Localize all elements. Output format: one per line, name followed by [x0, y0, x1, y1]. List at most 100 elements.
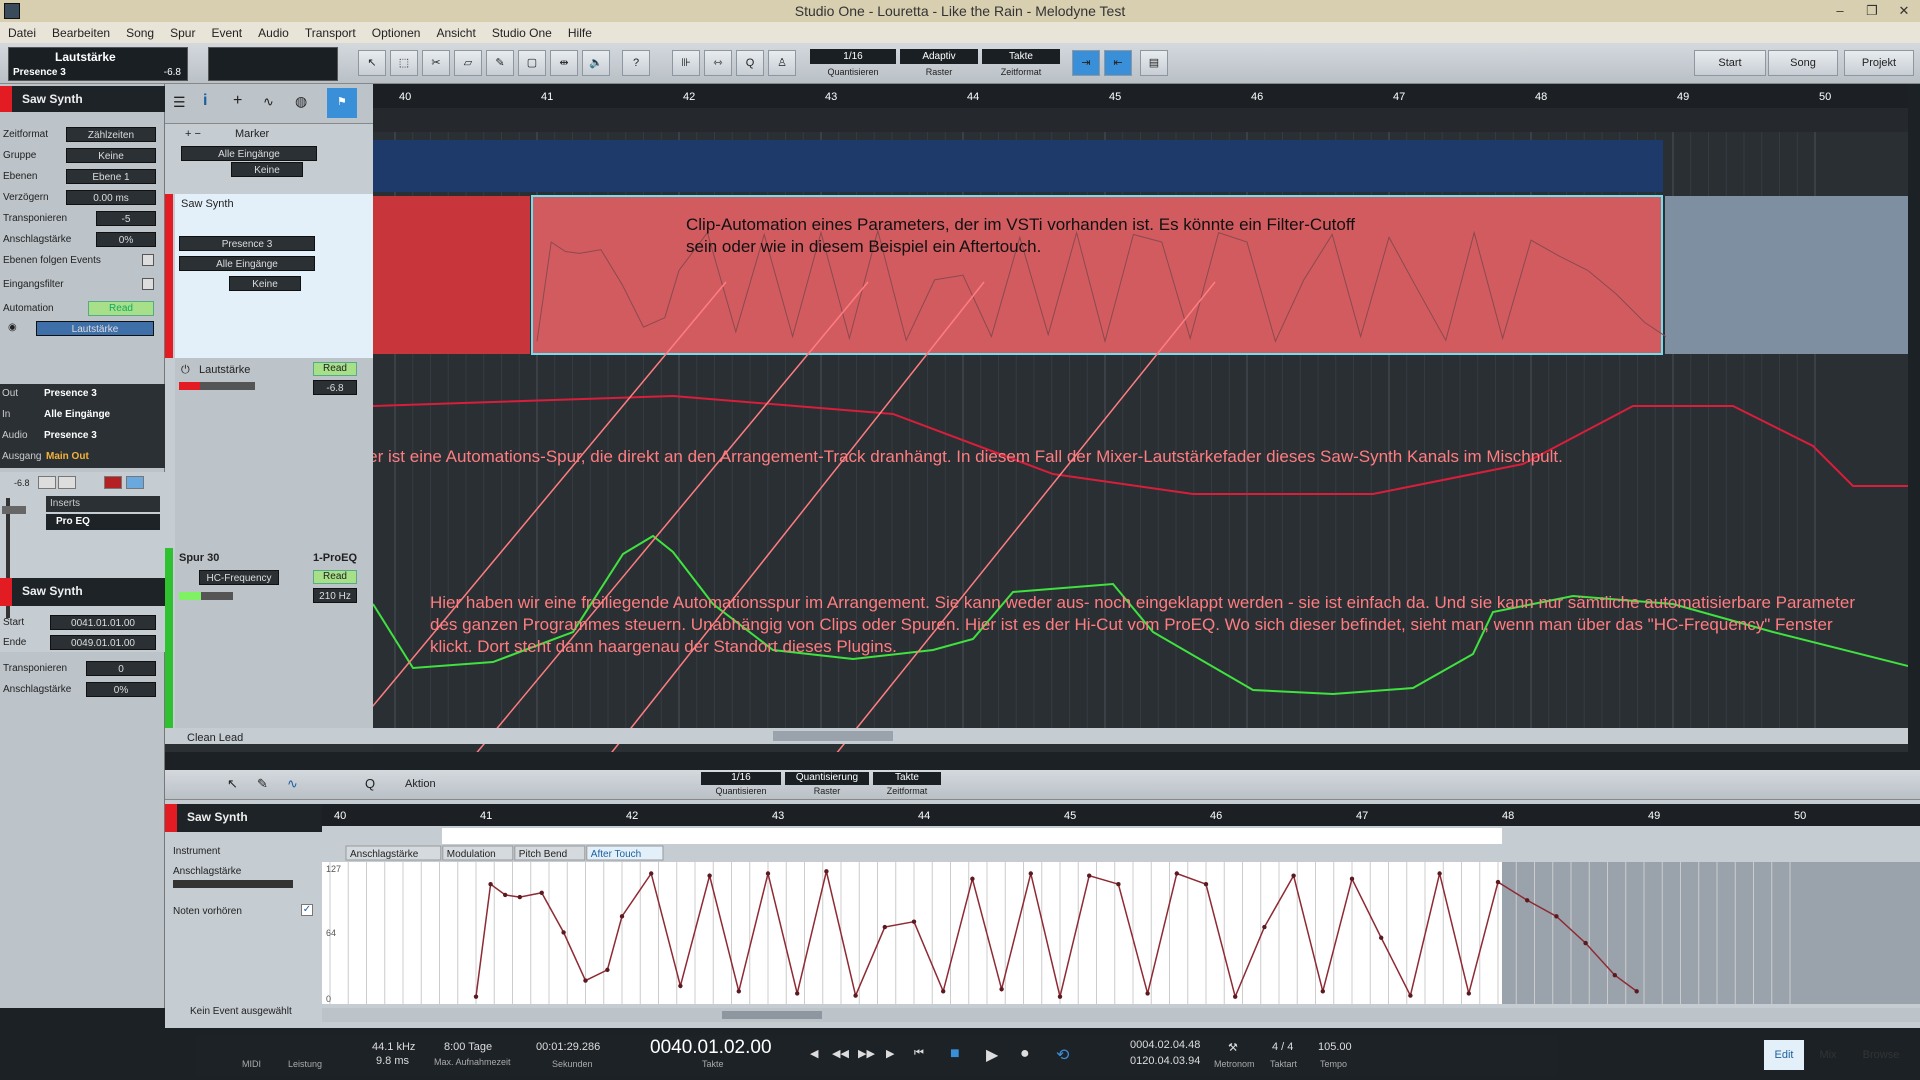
event-transp-field[interactable]: 0 — [86, 661, 156, 676]
saw-out-select[interactable]: Presence 3 — [179, 236, 315, 251]
event-start-field[interactable]: 0041.01.01.00 — [50, 615, 156, 630]
timeformat-select[interactable]: Takte — [982, 49, 1060, 64]
editor-quantize[interactable]: 1/16 — [701, 772, 781, 785]
globe-icon[interactable]: ◍ — [295, 93, 307, 110]
mix-button[interactable]: Mix — [1808, 1040, 1848, 1070]
hc-mode-button[interactable]: Read — [313, 570, 357, 584]
record-icon[interactable]: ● — [1020, 1045, 1030, 1063]
automation-icon[interactable]: ∿ — [263, 94, 274, 110]
zeitformat-select[interactable]: Zählzeiten — [66, 127, 156, 142]
close-button[interactable]: ✕ — [1888, 0, 1920, 22]
help-button[interactable]: ? — [622, 50, 650, 76]
quantize-select[interactable]: 1/16 — [810, 49, 896, 64]
menu-optionen[interactable]: Optionen — [364, 26, 429, 40]
ausgang-select[interactable]: Main Out — [46, 451, 89, 462]
raster-select[interactable]: Adaptiv — [900, 49, 978, 64]
browse-button[interactable]: Browse — [1852, 1040, 1910, 1070]
play-icon[interactable]: ▶ — [986, 1045, 998, 1065]
verzoegern-field[interactable]: 0.00 ms — [66, 190, 156, 205]
pencil-tool-button[interactable]: ✎ — [486, 50, 514, 76]
audio-select[interactable]: Presence 3 — [44, 430, 97, 441]
out-select[interactable]: Presence 3 — [44, 388, 97, 399]
forward-icon[interactable]: ▶▶ — [858, 1047, 875, 1060]
mute-tool-button[interactable]: ▢ — [518, 50, 546, 76]
minimize-button[interactable]: – — [1824, 0, 1856, 22]
inserts-header[interactable]: Inserts — [46, 496, 160, 512]
info-icon[interactable]: i — [203, 92, 207, 110]
rewind-start-icon[interactable]: ◀ — [810, 1047, 818, 1060]
editor-line-icon[interactable]: ∿ — [287, 776, 298, 792]
tempo-value[interactable]: 105.00 — [1318, 1041, 1352, 1053]
automation-mode-button[interactable]: Read — [88, 301, 154, 316]
ebenen-folgen-checkbox[interactable] — [142, 254, 154, 266]
saw-in-select[interactable]: Alle Eingänge — [179, 256, 315, 271]
scroll-follow-button[interactable]: ⇤ — [1104, 50, 1132, 76]
velocity-slider[interactable] — [173, 880, 293, 888]
loop-end[interactable]: 0120.04.03.94 — [1130, 1055, 1200, 1067]
lautstaerke-slider[interactable] — [179, 382, 255, 390]
in-select[interactable]: Alle Eingänge — [44, 409, 110, 420]
hc-param-select[interactable]: HC-Frequency — [199, 570, 279, 585]
hc-slider[interactable] — [179, 592, 233, 600]
projekt-page-button[interactable]: Projekt — [1844, 50, 1914, 76]
saw-synth-track[interactable]: Saw Synth Presence 3 Alle Eingänge Keine — [175, 194, 373, 358]
mute-button[interactable] — [38, 476, 56, 489]
transponieren-field[interactable]: -5 — [96, 211, 156, 226]
menu-spur[interactable]: Spur — [162, 26, 203, 40]
menu-datei[interactable]: Datei — [0, 26, 44, 40]
forward-end-icon[interactable]: ▶ — [886, 1047, 894, 1060]
range-tool-button[interactable]: ⬚ — [390, 50, 418, 76]
gruppe-select[interactable]: Keine — [66, 148, 156, 163]
autoscroll-button[interactable]: ⇥ — [1072, 50, 1100, 76]
track-display[interactable]: Lautstärke Presence 3 -6.8 — [8, 47, 188, 81]
input-select[interactable]: Alle Eingänge — [181, 146, 317, 161]
menu-ansicht[interactable]: Ansicht — [428, 26, 483, 40]
solo-button[interactable] — [58, 476, 76, 489]
menu-song[interactable]: Song — [118, 26, 162, 40]
stop-icon[interactable]: ■ — [950, 1045, 960, 1063]
anschlag-field[interactable]: 0% — [96, 232, 156, 247]
editor-pencil-icon[interactable]: ✎ — [257, 776, 268, 792]
clean-lead-track[interactable]: Clean Lead — [187, 732, 243, 744]
marker-flag-button[interactable]: ⚑ — [327, 88, 357, 118]
song-page-button[interactable]: Song — [1768, 50, 1838, 76]
rewind-icon[interactable]: ◀◀ — [832, 1047, 849, 1060]
power-icon[interactable]: ⏻ — [181, 364, 190, 377]
video-button[interactable]: ▤ — [1140, 50, 1168, 76]
inspector-track-header[interactable]: Saw Synth — [0, 86, 165, 112]
split-tool-button[interactable]: ✂ — [422, 50, 450, 76]
menu-studio-one[interactable]: Studio One — [484, 26, 560, 40]
lautstaerke-value[interactable]: -6.8 — [313, 380, 357, 395]
metronome-icon[interactable]: ⚒ — [1228, 1041, 1238, 1054]
add-track-icon[interactable]: + — [233, 92, 242, 110]
bars-display[interactable]: 0040.01.02.00 — [650, 1037, 772, 1059]
return-zero-icon[interactable]: ⏮ — [914, 1047, 924, 1060]
eraser-tool-button[interactable]: ▱ — [454, 50, 482, 76]
edit-button[interactable]: Edit — [1764, 1040, 1804, 1070]
maximize-button[interactable]: ❐ — [1856, 0, 1888, 22]
menu-bearbeiten[interactable]: Bearbeiten — [44, 26, 118, 40]
listen-tool-button[interactable]: 🔈 — [582, 50, 610, 76]
noten-checkbox[interactable]: ✓ — [301, 904, 313, 916]
bend-tool-button[interactable]: ⇹ — [550, 50, 578, 76]
automation-param-select[interactable]: Lautstärke — [36, 321, 154, 336]
group-select[interactable]: Keine — [231, 162, 303, 177]
loop-icon[interactable]: ⟲ — [1056, 1045, 1069, 1065]
fader-handle[interactable] — [2, 506, 26, 514]
start-page-button[interactable]: Start — [1694, 50, 1766, 76]
zoom-button[interactable]: Q — [736, 50, 764, 76]
marker-add-icon[interactable]: + − — [185, 128, 201, 140]
editor-timeformat[interactable]: Takte — [873, 772, 941, 785]
parameter-display[interactable] — [208, 47, 338, 81]
list-icon[interactable]: ☰ — [173, 94, 186, 111]
editor-action-button[interactable]: Aktion — [405, 778, 436, 790]
editor-raster[interactable]: Quantisierung — [785, 772, 869, 785]
event-velo-field[interactable]: 0% — [86, 682, 156, 697]
record-button[interactable] — [104, 476, 122, 489]
lautstaerke-mode-button[interactable]: Read — [313, 362, 357, 376]
time-signature[interactable]: 4 / 4 — [1272, 1041, 1293, 1053]
monitor-button[interactable] — [126, 476, 144, 489]
menu-hilfe[interactable]: Hilfe — [560, 26, 600, 40]
menu-audio[interactable]: Audio — [250, 26, 297, 40]
menu-event[interactable]: Event — [203, 26, 250, 40]
